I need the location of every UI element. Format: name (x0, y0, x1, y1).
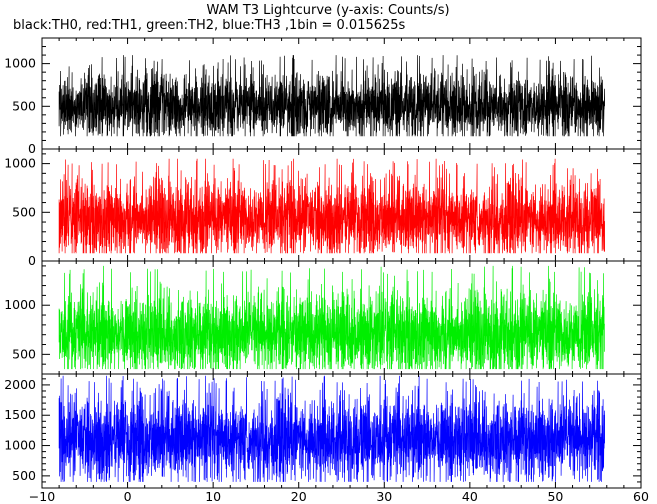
y-tick-label: 1000 (4, 56, 36, 71)
panel-group: 05001000050010005001000500100015002000 (4, 37, 642, 489)
chart-title: WAM T3 Lightcurve (y-axis: Counts/s) (206, 3, 449, 18)
x-tick-label: 10 (205, 489, 221, 504)
x-tick-label: 0 (124, 489, 132, 504)
chart-subtitle: black:TH0, red:TH1, green:TH2, blue:TH3 … (13, 18, 406, 33)
y-tick-label: 1000 (4, 297, 36, 312)
y-tick-label: 500 (12, 204, 36, 219)
series-line-th3 (58, 375, 605, 482)
panel-th1: 0 500 1000 (4, 148, 642, 268)
y-tick-label: 1500 (4, 407, 36, 422)
y-tick-label: 2000 (4, 377, 36, 392)
lightcurve-chart: WAM T3 Lightcurve (y-axis: Counts/s) bla… (4, 3, 649, 504)
x-tick-label: 30 (376, 489, 392, 504)
panel-th2: 500 1000 (4, 260, 642, 375)
y-tick-label: 1000 (4, 438, 36, 453)
x-axis: −10 0 10 20 30 40 50 60 (29, 489, 649, 504)
panel-th0: 0 500 1000 (4, 37, 642, 156)
y-tick-label: 0 (28, 141, 36, 156)
x-tick-label: 50 (547, 489, 563, 504)
series-line-th2 (58, 265, 605, 370)
y-tick-label: 1000 (4, 156, 36, 171)
y-tick-label: 500 (12, 346, 36, 361)
series-line-th1 (58, 158, 605, 254)
series-line-th0 (58, 55, 605, 137)
y-tick-label: 500 (12, 468, 36, 483)
x-tick-label: −10 (29, 489, 55, 504)
y-tick-label: 0 (28, 253, 36, 268)
x-tick-label: 20 (291, 489, 307, 504)
x-tick-label: 40 (462, 489, 478, 504)
y-tick-label: 500 (12, 98, 36, 113)
x-tick-label: 60 (633, 489, 649, 504)
panel-th3: 500 1000 1500 2000 (4, 373, 642, 489)
